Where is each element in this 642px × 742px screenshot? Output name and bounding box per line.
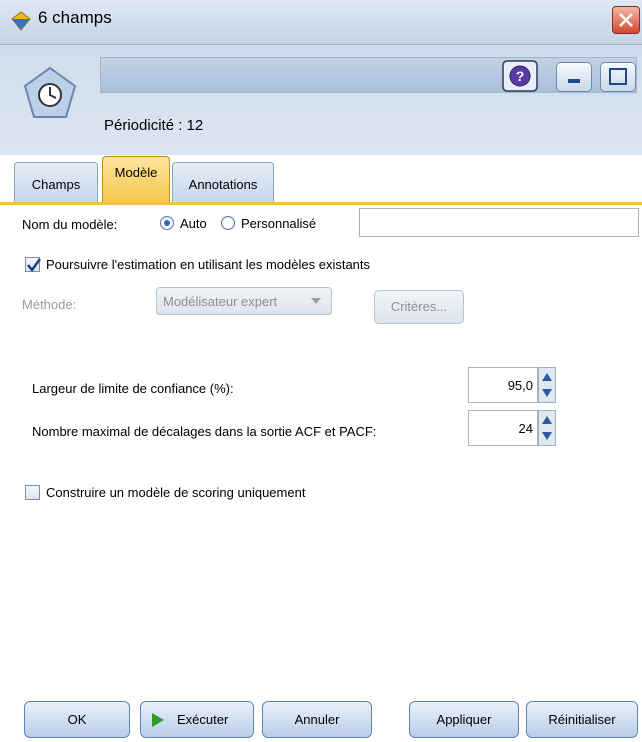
run-button-label: Exécuter	[177, 712, 229, 727]
maximize-button[interactable]	[600, 62, 636, 92]
run-button[interactable]: Exécuter	[140, 701, 254, 738]
tab-label: Modèle	[114, 165, 158, 180]
maximize-icon	[609, 68, 627, 85]
method-label: Méthode:	[22, 297, 77, 312]
minimize-icon	[568, 79, 580, 83]
confidence-label: Largeur de limite de confiance (%):	[32, 381, 234, 396]
radio-custom[interactable]	[221, 216, 235, 230]
tab-modele[interactable]: Modèle	[102, 156, 170, 202]
minimize-button[interactable]	[556, 62, 592, 92]
scoring-only-label: Construire un modèle de scoring uniqueme…	[46, 485, 306, 500]
dropdown-arrow-icon	[311, 298, 321, 304]
continue-estimation-checkbox[interactable]	[25, 257, 42, 273]
confidence-input[interactable]	[468, 367, 538, 403]
tab-label: Champs	[31, 177, 81, 192]
checkmark-icon	[27, 258, 42, 273]
radio-auto[interactable]	[160, 216, 174, 230]
timeseries-node-icon	[23, 66, 77, 118]
spinner-arrows-icon[interactable]	[538, 410, 556, 446]
scoring-only-checkbox[interactable]	[25, 485, 40, 500]
diamond-app-icon	[11, 11, 31, 31]
close-button[interactable]	[612, 6, 640, 34]
tab-champs[interactable]: Champs	[14, 162, 98, 202]
help-icon[interactable]: ?	[502, 60, 538, 92]
custom-model-name-input[interactable]	[359, 208, 639, 237]
apply-button[interactable]: Appliquer	[409, 701, 519, 738]
cancel-button[interactable]: Annuler	[262, 701, 372, 738]
lags-input[interactable]	[468, 410, 538, 446]
tab-divider	[0, 202, 642, 205]
method-dropdown: Modélisateur expert	[156, 287, 332, 315]
continue-estimation-label: Poursuivre l'estimation en utilisant les…	[46, 257, 371, 272]
periodicity-label: Périodicité : 12	[104, 117, 204, 134]
ok-button[interactable]: OK	[24, 701, 130, 738]
close-icon	[619, 13, 633, 27]
spinner-arrows-icon[interactable]	[538, 367, 556, 403]
title-bar: 6 champs	[0, 0, 642, 45]
svg-text:?: ?	[516, 68, 525, 84]
criteria-button: Critères...	[374, 290, 464, 324]
lags-label: Nombre maximal de décalages dans la sort…	[32, 424, 377, 439]
reset-button[interactable]: Réinitialiser	[526, 701, 638, 738]
tab-label: Annotations	[188, 177, 258, 192]
radio-auto-label: Auto	[180, 216, 207, 231]
model-name-label: Nom du modèle:	[22, 217, 118, 232]
method-value: Modélisateur expert	[163, 294, 278, 309]
play-icon	[152, 713, 164, 727]
tab-annotations[interactable]: Annotations	[172, 162, 274, 202]
radio-custom-label: Personnalisé	[241, 216, 317, 231]
window-title: 6 champs	[38, 8, 112, 27]
